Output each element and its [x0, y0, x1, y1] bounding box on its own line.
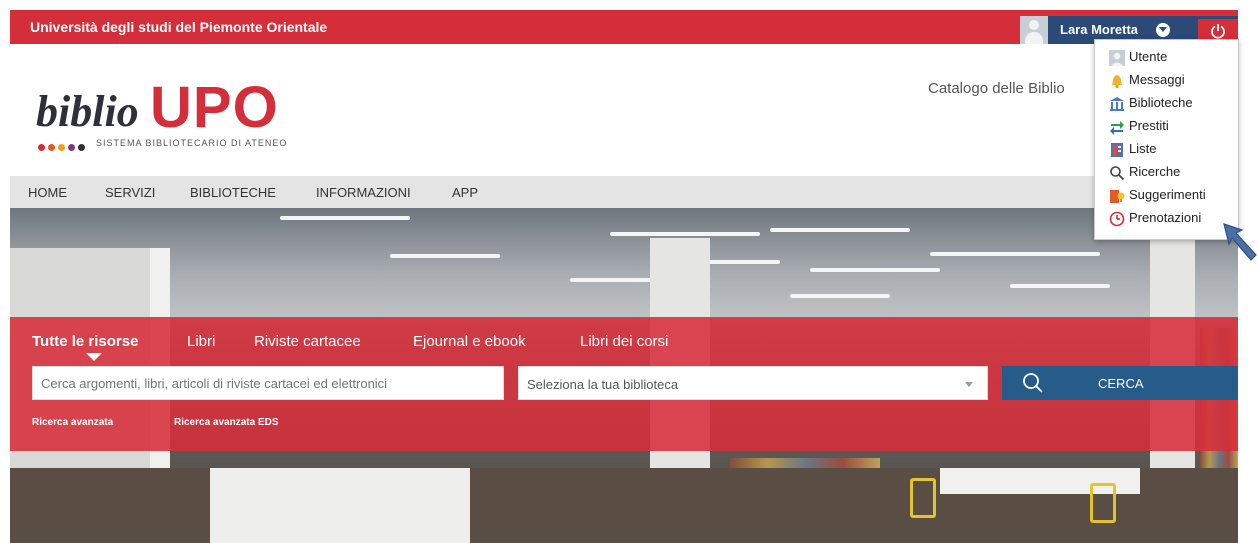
nav-item-servizi[interactable]: SERVIZI	[105, 185, 155, 200]
logo-tagline: SISTEMA BIBLIOTECARIO DI ATENEO	[96, 138, 288, 148]
user-dropdown-menu: Utente Messaggi Biblioteche Prestiti Lis…	[1094, 39, 1239, 240]
logo-upo-text: UPO	[150, 75, 279, 140]
search-panel: Tutte le risorse Libri Riviste cartacee …	[10, 317, 1238, 451]
list-icon	[1111, 143, 1123, 157]
hero-ceiling	[10, 208, 1238, 318]
library-icon	[1110, 97, 1124, 111]
avatar	[1020, 16, 1048, 44]
user-name[interactable]: Lara Moretta	[1060, 22, 1138, 37]
user-icon	[1109, 50, 1125, 66]
main-nav: HOME SERVIZI BIBLIOTECHE INFORMAZIONI AP…	[10, 176, 1238, 208]
bell-icon	[1112, 75, 1122, 89]
biblioupo-logo[interactable]: biblio UPO SISTEMA BIBLIOTECARIO DI ATEN…	[36, 74, 336, 154]
exchange-icon	[1110, 121, 1124, 135]
nav-item-app[interactable]: APP	[452, 185, 478, 200]
power-icon	[1211, 24, 1225, 39]
advanced-search-eds-link[interactable]: Ricerca avanzata EDS	[174, 417, 279, 428]
search-input[interactable]	[32, 366, 504, 400]
library-select[interactable]: Seleziona la tua biblioteca	[518, 366, 988, 400]
menu-item-utente[interactable]: Utente	[1095, 46, 1240, 69]
tab-tutte-le-risorse[interactable]: Tutte le risorse	[32, 333, 138, 350]
menu-item-messaggi[interactable]: Messaggi	[1095, 69, 1240, 92]
tab-ejournal-e-ebook[interactable]: Ejournal e ebook	[413, 333, 526, 350]
menu-item-label: Biblioteche	[1129, 95, 1193, 110]
menu-item-label: Prenotazioni	[1129, 210, 1202, 225]
tab-libri-dei-corsi[interactable]: Libri dei corsi	[580, 333, 668, 350]
chevron-down-icon	[965, 382, 973, 387]
menu-item-biblioteche[interactable]: Biblioteche	[1095, 92, 1240, 115]
tab-riviste-cartacee[interactable]: Riviste cartacee	[254, 333, 361, 350]
menu-item-prenotazioni[interactable]: Prenotazioni	[1095, 207, 1240, 230]
advanced-search-link[interactable]: Ricerca avanzata	[32, 417, 113, 428]
logo-dots	[38, 138, 88, 156]
menu-item-label: Suggerimenti	[1129, 187, 1206, 202]
chevron-down-icon[interactable]	[1156, 23, 1170, 37]
search-button-label: CERCA	[1098, 376, 1144, 391]
menu-item-prestiti[interactable]: Prestiti	[1095, 115, 1240, 138]
nav-item-biblioteche[interactable]: BIBLIOTECHE	[190, 185, 276, 200]
menu-item-label: Ricerche	[1129, 164, 1181, 179]
logo-biblio-text: biblio	[36, 87, 139, 136]
annotation-arrow-icon	[1223, 223, 1257, 261]
tab-libri[interactable]: Libri	[187, 333, 215, 350]
menu-item-suggerimenti[interactable]: Suggerimenti	[1095, 184, 1240, 207]
header: biblio UPO SISTEMA BIBLIOTECARIO DI ATEN…	[10, 44, 1238, 156]
search-icon	[1110, 166, 1125, 181]
library-select-value: Seleziona la tua biblioteca	[527, 377, 679, 392]
clock-icon	[1109, 211, 1125, 227]
suggestion-icon	[1110, 190, 1125, 203]
menu-item-liste[interactable]: Liste	[1095, 138, 1240, 161]
search-button[interactable]: CERCA	[1002, 366, 1238, 400]
page: Università degli studi del Piemonte Orie…	[10, 10, 1238, 543]
nav-item-informazioni[interactable]: INFORMAZIONI	[316, 185, 411, 200]
active-tab-indicator	[86, 353, 102, 361]
nav-item-home[interactable]: HOME	[28, 185, 67, 200]
menu-item-ricerche[interactable]: Ricerche	[1095, 161, 1240, 184]
menu-item-label: Utente	[1129, 49, 1168, 64]
top-bar: Università degli studi del Piemonte Orie…	[10, 10, 1238, 44]
menu-item-label: Prestiti	[1129, 118, 1169, 133]
hero-banner: Tutte le risorse Libri Riviste cartacee …	[10, 208, 1238, 543]
catalog-title: Catalogo delle Biblio	[928, 80, 1065, 97]
menu-item-label: Messaggi	[1129, 72, 1185, 87]
menu-item-label: Liste	[1129, 141, 1157, 156]
search-icon	[1023, 373, 1043, 393]
university-name[interactable]: Università degli studi del Piemonte Orie…	[30, 19, 327, 35]
